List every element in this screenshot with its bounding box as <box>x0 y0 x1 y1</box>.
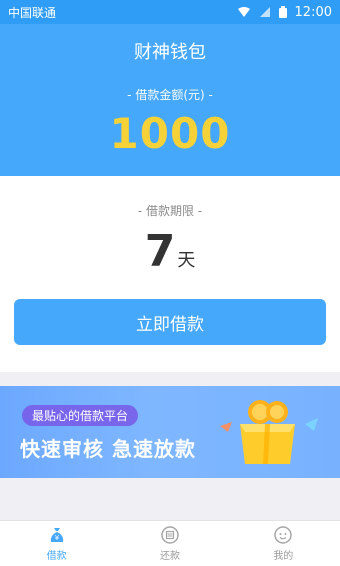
hero-panel: 财神钱包 - 借款金额(元) - 1000 <box>0 24 340 176</box>
gift-box-icon <box>220 400 318 464</box>
tab-loan[interactable]: ¥ 借款 <box>0 521 113 566</box>
term-number: 7 <box>144 226 176 277</box>
term-value: 7 天 <box>0 230 340 274</box>
svg-text:¥: ¥ <box>54 534 59 542</box>
app-title: 财神钱包 <box>134 42 206 63</box>
loan-bag-icon: ¥ <box>50 528 63 542</box>
repay-icon <box>161 526 179 544</box>
tab-repay-label: 还款 <box>159 551 180 562</box>
amount-value: 1000 <box>109 109 231 158</box>
signal-icon <box>259 7 270 17</box>
tab-profile-label: 我的 <box>273 551 294 562</box>
tab-profile[interactable]: 我的 <box>227 521 340 566</box>
status-icons: 12:00 <box>237 5 332 20</box>
amount-label: - 借款金额(元) - <box>127 88 213 102</box>
bottom-tab-bar: ¥ 借款 还款 我的 <box>0 520 340 566</box>
carrier-name: 中国联通 <box>8 5 57 20</box>
tab-repay[interactable]: 还款 <box>113 521 226 566</box>
wifi-icon <box>237 7 250 17</box>
tab-loan-label: 借款 <box>46 551 67 562</box>
status-bar: 中国联通 12:00 <box>0 0 340 24</box>
apply-loan-button[interactable]: 立即借款 <box>14 299 326 345</box>
banner-badge: 最贴心的借款平台 <box>22 405 139 426</box>
status-time: 12:00 <box>294 4 332 20</box>
promo-banner[interactable]: 最贴心的借款平台 快速审核 急速放款 <box>0 386 340 478</box>
battery-icon <box>278 6 287 18</box>
loan-term-card: - 借款期限 - 7 天 立即借款 <box>0 176 340 372</box>
banner-slogan: 快速审核 急速放款 <box>20 437 196 461</box>
term-label: - 借款期限 - <box>137 204 203 218</box>
term-unit: 天 <box>177 250 196 271</box>
profile-icon <box>274 526 293 544</box>
